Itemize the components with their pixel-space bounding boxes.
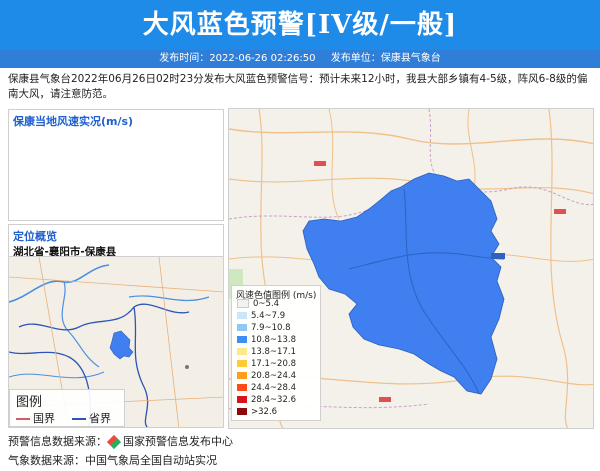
overview-map-legend: 图例 国界 省界 (9, 389, 125, 427)
wind-legend-item-9: >32.6 (237, 407, 277, 418)
wind-legend-item-1: 5.4~7.9 (237, 311, 285, 322)
publish-time: 发布时间：2022-06-26 02:26:50 (159, 53, 316, 64)
swatch-icon (237, 312, 247, 319)
wind-speed-legend: 风速色值图例 (m/s) 0~5.4 5.4~7.9 7.9~10.8 10.8… (231, 285, 321, 421)
swatch-icon (237, 299, 249, 308)
swatch-icon (237, 396, 247, 403)
legend-item-national-border: 国界 (16, 410, 55, 426)
national-border-line-icon (16, 418, 30, 420)
swatch-icon (237, 360, 247, 367)
publish-meta: 发布时间：2022-06-26 02:26:50 发布单位：保康县气象台 (0, 50, 600, 68)
wind-legend-item-4: 13.8~17.1 (237, 347, 296, 358)
wind-legend-item-6: 20.8~24.4 (237, 371, 296, 382)
wind-legend-item-3: 10.8~13.8 (237, 335, 296, 346)
swatch-icon (237, 336, 247, 343)
warning-description: 保康县气象台2022年06月26日02时23分发布大风蓝色预警信号：预计未来12… (8, 73, 588, 100)
location-panel-title: 定位概览 (13, 230, 57, 243)
overview-map[interactable]: 图例 国界 省界 (8, 256, 224, 428)
wind-legend-item-7: 24.4~28.4 (237, 383, 296, 394)
swatch-icon (237, 372, 247, 379)
footer-weather-source: 气象数据来源：中国气象局全国自动站实况 (8, 454, 217, 467)
publisher: 发布单位：保康县气象台 (330, 53, 441, 64)
swatch-icon (237, 348, 247, 355)
wind-legend-item-0: 0~5.4 (237, 299, 279, 310)
province-border-line-icon (72, 418, 86, 420)
legend-item-province-border: 省界 (72, 410, 111, 426)
legend-title: 图例 (16, 395, 43, 410)
wind-speed-panel-title: 保康当地风速实况(m/s) (13, 115, 134, 128)
swatch-icon (237, 384, 247, 391)
warning-title: 大风蓝色预警[IV级/一般] (0, 0, 600, 50)
wind-legend-item-8: 28.4~32.6 (237, 395, 296, 406)
wind-legend-item-2: 7.9~10.8 (237, 323, 291, 334)
wind-speed-panel: 保康当地风速实况(m/s) (8, 109, 224, 221)
swatch-icon (237, 324, 247, 331)
wind-legend-item-5: 17.1~20.8 (237, 359, 296, 370)
warning-center-logo-icon (106, 434, 122, 450)
swatch-icon (237, 408, 247, 415)
location-panel: 定位概览 湖北省-襄阳市-保康县 (8, 224, 224, 258)
footer-warning-source: 预警信息数据来源： 国家预警信息发布中心 (8, 434, 233, 450)
